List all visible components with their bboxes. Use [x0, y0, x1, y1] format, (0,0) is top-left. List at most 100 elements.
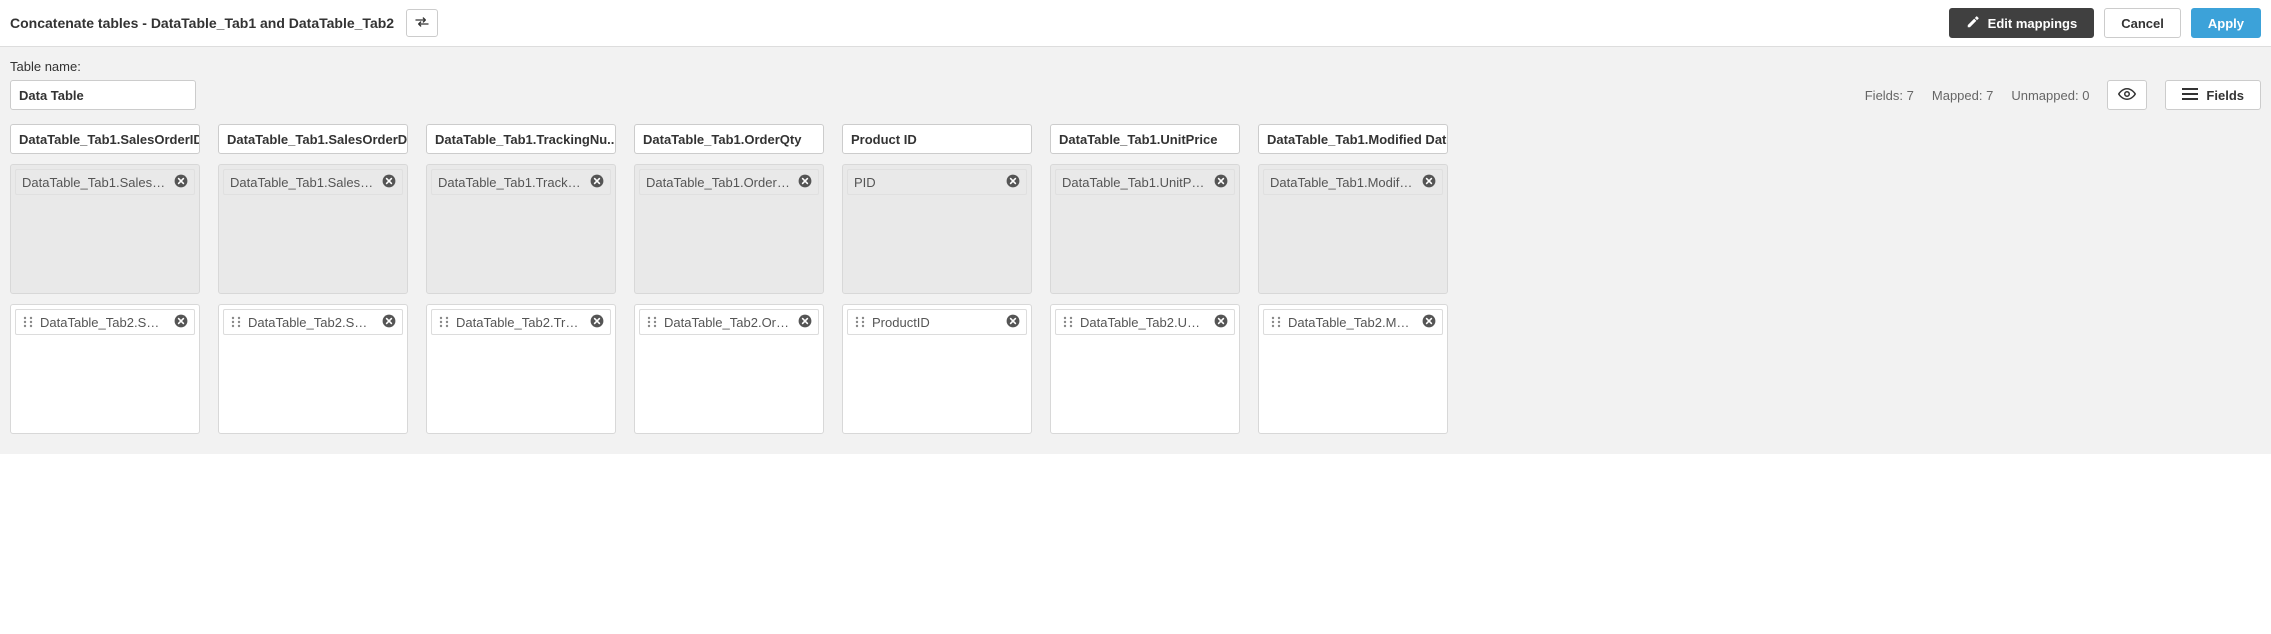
field-chip[interactable]: DataTable_Tab2.Modifi...: [1263, 309, 1443, 335]
field-chip[interactable]: DataTable_Tab2.Sales...: [223, 309, 403, 335]
mapping-column: DataTable_Tab1.TrackingNu... DataTable_Ta…: [426, 124, 616, 434]
tab2-drop-zone[interactable]: DataTable_Tab2.Sales...: [218, 304, 408, 434]
remove-field-button[interactable]: [1004, 173, 1022, 191]
field-chip-label: DataTable_Tab2.Sales...: [248, 315, 374, 330]
tab1-drop-zone[interactable]: DataTable_Tab1.Modified ...: [1258, 164, 1448, 294]
field-chip-label: PID: [854, 175, 998, 190]
mapped-count: Mapped: 7: [1932, 88, 1993, 103]
mapping-column: DataTable_Tab1.Modified Date DataTable_Ta…: [1258, 124, 1448, 434]
remove-field-button[interactable]: [796, 313, 814, 331]
drag-handle-icon[interactable]: [230, 316, 242, 328]
close-icon: [1213, 173, 1229, 192]
tab2-drop-zone[interactable]: DataTable_Tab2.Order...: [634, 304, 824, 434]
field-chip-label: DataTable_Tab1.SalesOrd...: [230, 175, 374, 190]
field-chip-label: DataTable_Tab1.OrderQty: [646, 175, 790, 190]
visibility-toggle-button[interactable]: [2107, 80, 2147, 110]
field-chip[interactable]: DataTable_Tab1.Modified ...: [1263, 169, 1443, 195]
mapping-column: DataTable_Tab1.UnitPrice DataTable_Tab1.U…: [1050, 124, 1240, 434]
columns-container: DataTable_Tab1.SalesOrderID DataTable_Tab…: [10, 124, 2261, 434]
close-icon: [1421, 173, 1437, 192]
close-icon: [173, 313, 189, 332]
fields-count: Fields: 7: [1865, 88, 1914, 103]
remove-field-button[interactable]: [1420, 173, 1438, 191]
close-icon: [1005, 173, 1021, 192]
apply-button[interactable]: Apply: [2191, 8, 2261, 38]
field-chip-label: DataTable_Tab2.Sales...: [40, 315, 166, 330]
header-bar: Concatenate tables - DataTable_Tab1 and …: [0, 0, 2271, 47]
table-name-input[interactable]: [10, 80, 196, 110]
tab2-drop-zone[interactable]: ProductID: [842, 304, 1032, 434]
field-chip-label: DataTable_Tab2.Modifi...: [1288, 315, 1414, 330]
remove-field-button[interactable]: [1420, 313, 1438, 331]
tab1-drop-zone[interactable]: DataTable_Tab1.OrderQty: [634, 164, 824, 294]
remove-field-button[interactable]: [380, 173, 398, 191]
close-icon: [173, 173, 189, 192]
field-chip[interactable]: DataTable_Tab2.Tracki...: [431, 309, 611, 335]
pencil-icon: [1966, 15, 1988, 32]
field-chip[interactable]: DataTable_Tab1.OrderQty: [639, 169, 819, 195]
tab1-drop-zone[interactable]: PID: [842, 164, 1032, 294]
field-chip-label: DataTable_Tab1.SalesOrd...: [22, 175, 166, 190]
remove-field-button[interactable]: [1212, 313, 1230, 331]
drag-handle-icon[interactable]: [854, 316, 866, 328]
content-area: Table name: Fields: 7 Mapped: 7 Unmapped…: [0, 47, 2271, 454]
field-chip-label: ProductID: [872, 315, 998, 330]
tab1-drop-zone[interactable]: DataTable_Tab1.SalesOrd...: [218, 164, 408, 294]
field-chip-label: DataTable_Tab1.TrackingN...: [438, 175, 582, 190]
mapping-column: DataTable_Tab1.SalesOrderID DataTable_Tab…: [10, 124, 200, 434]
close-icon: [589, 173, 605, 192]
fields-menu-button[interactable]: Fields: [2165, 80, 2261, 110]
close-icon: [1213, 313, 1229, 332]
field-chip[interactable]: DataTable_Tab1.SalesOrd...: [15, 169, 195, 195]
close-icon: [797, 313, 813, 332]
close-icon: [589, 313, 605, 332]
remove-field-button[interactable]: [1212, 173, 1230, 191]
tab1-drop-zone[interactable]: DataTable_Tab1.SalesOrd...: [10, 164, 200, 294]
remove-field-button[interactable]: [588, 313, 606, 331]
remove-field-button[interactable]: [796, 173, 814, 191]
tab2-drop-zone[interactable]: DataTable_Tab2.Modifi...: [1258, 304, 1448, 434]
field-chip-label: DataTable_Tab1.Modified ...: [1270, 175, 1414, 190]
tab2-drop-zone[interactable]: DataTable_Tab2.Tracki...: [426, 304, 616, 434]
cancel-button[interactable]: Cancel: [2104, 8, 2181, 38]
column-header[interactable]: DataTable_Tab1.UnitPrice: [1050, 124, 1240, 154]
remove-field-button[interactable]: [172, 173, 190, 191]
close-icon: [1421, 313, 1437, 332]
remove-field-button[interactable]: [1004, 313, 1022, 331]
tab2-drop-zone[interactable]: DataTable_Tab2.Sales...: [10, 304, 200, 434]
column-header[interactable]: DataTable_Tab1.TrackingNu...: [426, 124, 616, 154]
unmapped-count: Unmapped: 0: [2011, 88, 2089, 103]
field-chip[interactable]: DataTable_Tab2.Sales...: [15, 309, 195, 335]
tab1-drop-zone[interactable]: DataTable_Tab1.TrackingN...: [426, 164, 616, 294]
drag-handle-icon[interactable]: [646, 316, 658, 328]
field-chip-label: DataTable_Tab2.UnitPr...: [1080, 315, 1206, 330]
column-header[interactable]: Product ID: [842, 124, 1032, 154]
drag-handle-icon[interactable]: [1270, 316, 1282, 328]
top-row: Fields: 7 Mapped: 7 Unmapped: 0 Fields: [10, 80, 2261, 110]
mapping-column: DataTable_Tab1.OrderQty DataTable_Tab1.Or…: [634, 124, 824, 434]
column-header[interactable]: DataTable_Tab1.Modified Date: [1258, 124, 1448, 154]
remove-field-button[interactable]: [172, 313, 190, 331]
field-chip[interactable]: DataTable_Tab1.SalesOrd...: [223, 169, 403, 195]
fields-menu-label: Fields: [2206, 88, 2244, 103]
field-chip[interactable]: ProductID: [847, 309, 1027, 335]
cancel-label: Cancel: [2121, 16, 2164, 31]
column-header[interactable]: DataTable_Tab1.SalesOrderID: [10, 124, 200, 154]
tab1-drop-zone[interactable]: DataTable_Tab1.UnitPrice: [1050, 164, 1240, 294]
field-chip[interactable]: PID: [847, 169, 1027, 195]
field-chip[interactable]: DataTable_Tab1.TrackingN...: [431, 169, 611, 195]
drag-handle-icon[interactable]: [438, 316, 450, 328]
remove-field-button[interactable]: [588, 173, 606, 191]
field-chip[interactable]: DataTable_Tab2.UnitPr...: [1055, 309, 1235, 335]
edit-mappings-button[interactable]: Edit mappings: [1949, 8, 2095, 38]
field-chip[interactable]: DataTable_Tab1.UnitPrice: [1055, 169, 1235, 195]
field-chip-label: DataTable_Tab1.UnitPrice: [1062, 175, 1206, 190]
drag-handle-icon[interactable]: [22, 316, 34, 328]
tab2-drop-zone[interactable]: DataTable_Tab2.UnitPr...: [1050, 304, 1240, 434]
drag-handle-icon[interactable]: [1062, 316, 1074, 328]
swap-tables-button[interactable]: [406, 9, 438, 37]
remove-field-button[interactable]: [380, 313, 398, 331]
column-header[interactable]: DataTable_Tab1.SalesOrderD...: [218, 124, 408, 154]
column-header[interactable]: DataTable_Tab1.OrderQty: [634, 124, 824, 154]
field-chip[interactable]: DataTable_Tab2.Order...: [639, 309, 819, 335]
